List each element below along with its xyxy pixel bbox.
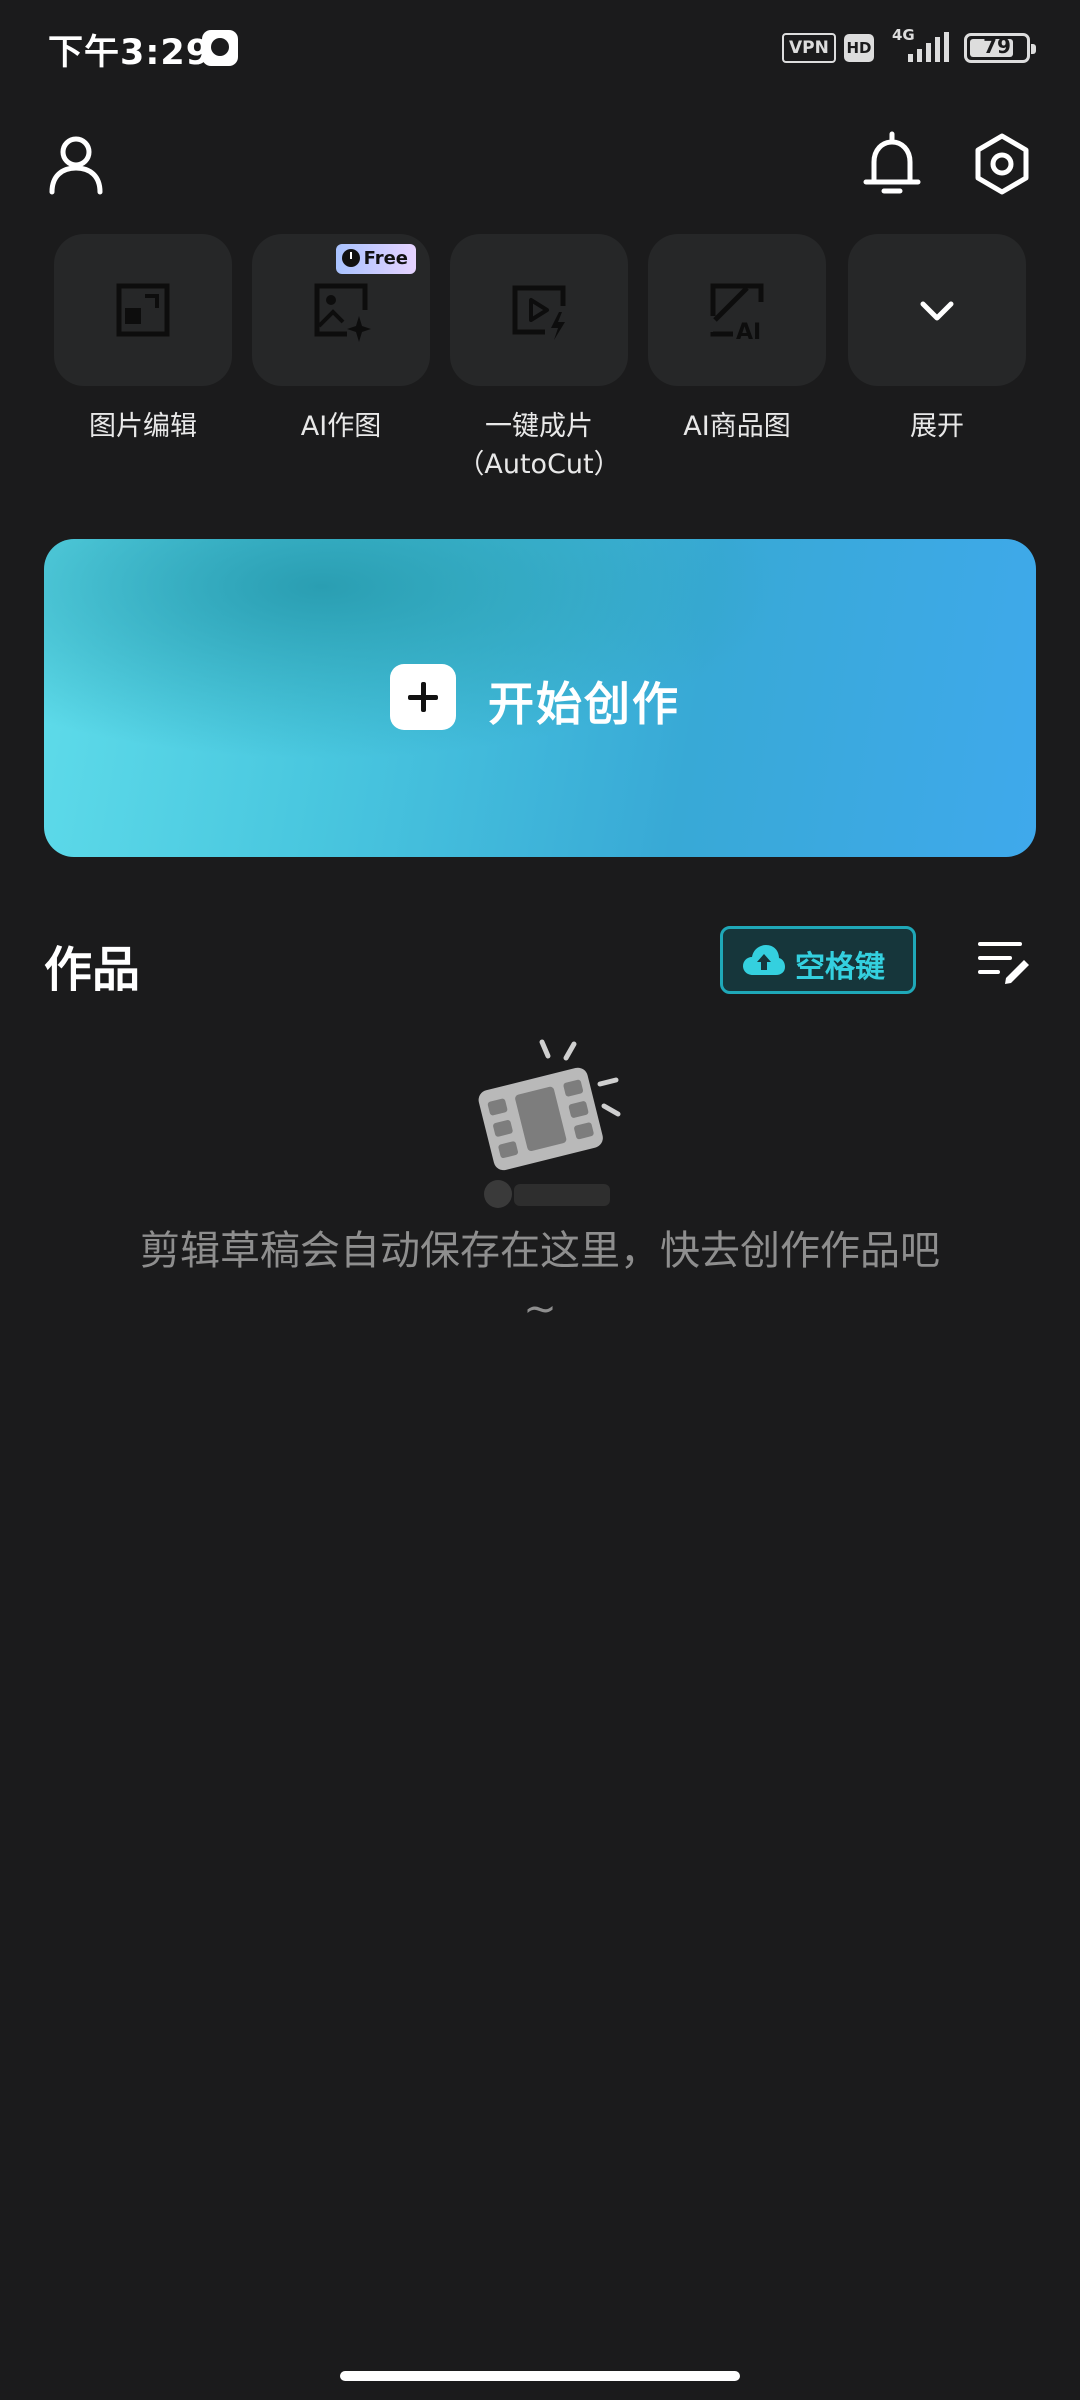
manage-list-icon[interactable]: [976, 936, 1032, 986]
film-empty-illustration: [478, 1039, 621, 1208]
vpn-indicator: VPN: [782, 33, 836, 63]
tool-tile[interactable]: AI: [648, 234, 826, 386]
tool-tile[interactable]: [848, 234, 1026, 386]
plus-icon: [390, 664, 456, 730]
tool-ai-image[interactable]: Free AI作图: [252, 234, 430, 446]
ai-product-icon: AI: [710, 283, 764, 344]
status-time: 下午3:29: [48, 33, 212, 73]
hexagon-gear-icon: [975, 133, 1029, 195]
works-title: 作品: [44, 942, 141, 998]
tool-label: 一键成片 （AutoCut）: [457, 411, 621, 480]
hd-indicator: HD: [844, 34, 874, 62]
tool-tile[interactable]: Free: [252, 234, 430, 386]
settings-button[interactable]: [966, 128, 1038, 200]
user-icon: [49, 136, 103, 195]
clock-icon: [341, 249, 360, 267]
free-badge: Free: [335, 244, 416, 274]
battery-icon: 79: [964, 33, 1036, 63]
svg-text:AI: AI: [736, 320, 761, 344]
home-screen: 下午3:29 VPN HD 4G 79 图片编辑 Free AI作图 一键成片 …: [0, 0, 1080, 2400]
autocut-icon: [512, 285, 566, 340]
tool-label: 图片编辑: [89, 411, 197, 442]
home-indicator[interactable]: [340, 2371, 740, 2381]
tool-photo-edit[interactable]: 图片编辑: [54, 234, 232, 446]
ai-image-icon: [314, 283, 371, 342]
bell-icon: [863, 131, 921, 194]
start-create-label: 开始创作: [488, 677, 680, 731]
tool-label: AI作图: [300, 411, 382, 442]
tool-label: 展开: [910, 411, 964, 442]
cloud-space-button[interactable]: 空格键: [720, 926, 916, 994]
cloud-space-label: 空格键: [795, 950, 885, 985]
tool-ai-product[interactable]: AI AI商品图: [648, 234, 826, 446]
signal-icon: [908, 32, 949, 62]
photo-edit-icon: [116, 283, 170, 337]
status-bar: 下午3:29 VPN HD 4G 79: [0, 0, 1080, 96]
free-badge-label: Free: [363, 248, 408, 269]
start-create-banner[interactable]: 开始创作: [44, 539, 1036, 857]
chevron-down-icon: [920, 301, 954, 321]
empty-state-message: 剪辑草稿会自动保存在这里，快去创作作品吧~: [140, 1228, 940, 1332]
profile-button[interactable]: [40, 128, 112, 200]
cloud-upload-icon: [743, 945, 785, 975]
quick-tools: 图片编辑 Free AI作图 一键成片 （AutoCut） AI AI商品图 展…: [54, 234, 1026, 494]
battery-tip: [1031, 44, 1036, 54]
tool-expand[interactable]: 展开: [848, 234, 1026, 446]
tool-tile[interactable]: [450, 234, 628, 386]
tool-label: AI商品图: [683, 411, 791, 442]
tool-tile[interactable]: [54, 234, 232, 386]
tool-autocut[interactable]: 一键成片 （AutoCut）: [450, 234, 628, 484]
notification-app-icon: [202, 30, 238, 66]
notifications-button[interactable]: [856, 128, 928, 200]
battery-level: 79: [983, 34, 1011, 58]
